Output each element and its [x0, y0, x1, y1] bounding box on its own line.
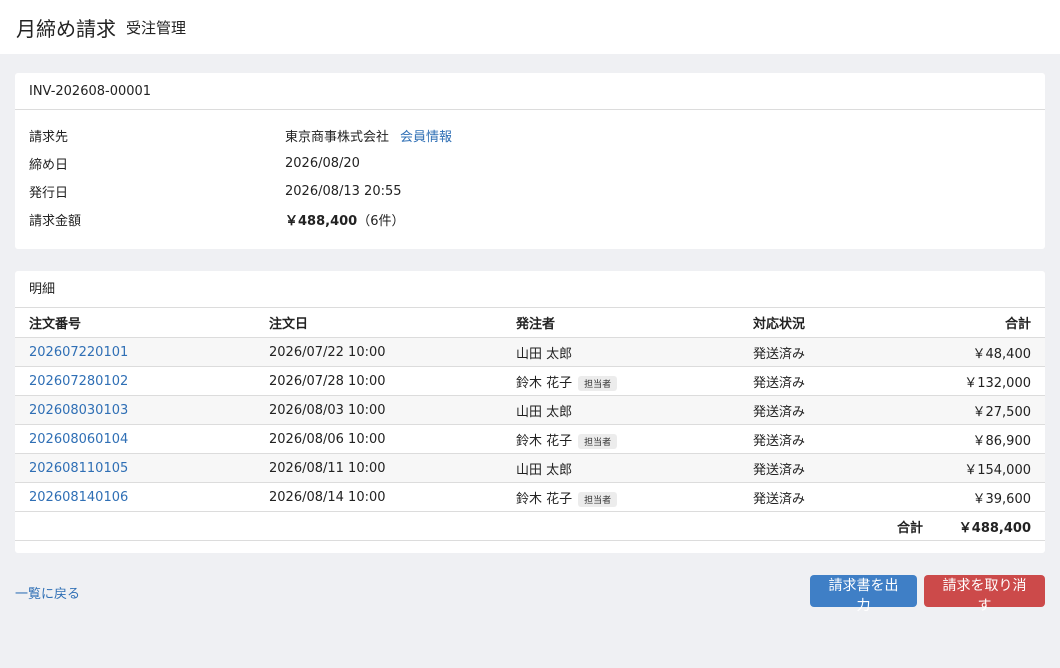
order-cell: 202608140106: [15, 482, 269, 512]
orderer-cell: 山田 太郎: [516, 395, 753, 425]
table-row: 202607280102 2026/07/28 10:00 鈴木 花子 担当者 発…: [15, 366, 1045, 396]
orderer-name: 鈴木 花子: [516, 433, 573, 449]
invoice-summary-card: INV-202608-00001 請求先 東京商事株式会社 会員情報 締め日 2…: [15, 73, 1045, 249]
issue-date-value: 2026/08/13 20:55: [285, 183, 402, 199]
status-cell: 発送済み: [753, 482, 923, 512]
details-card: 明細 注文番号 注文日 発注者 対応状況 合計 202607220101 202…: [15, 271, 1045, 553]
order-date-cell: 2026/08/03 10:00: [269, 395, 516, 425]
role-badge: 担当者: [578, 433, 618, 449]
back-to-list-link[interactable]: 一覧に戻る: [15, 583, 80, 602]
invoice-id: INV-202608-00001: [15, 73, 1045, 110]
orderer-cell: 鈴木 花子 担当者: [516, 482, 753, 512]
issue-date-row: 発行日 2026/08/13 20:55: [29, 177, 1031, 205]
closing-date-row: 締め日 2026/08/20: [29, 149, 1031, 177]
page-title: 月締め請求: [16, 16, 116, 41]
invoice-info: 請求先 東京商事株式会社 会員情報 締め日 2026/08/20 発行日 202…: [15, 110, 1045, 233]
orderer-name: 山田 太郎: [516, 404, 573, 420]
issue-date-label: 発行日: [29, 185, 69, 201]
billing-to-value: 東京商事株式会社: [285, 129, 390, 145]
col-order-date: 注文日: [269, 308, 516, 338]
total-cell: ￥39,600: [923, 482, 1045, 512]
status-cell: 発送済み: [753, 395, 923, 425]
col-status: 対応状況: [753, 308, 923, 338]
grand-total-label: 合計: [753, 511, 923, 541]
total-cell: ￥132,000: [923, 366, 1045, 396]
col-order-number: 注文番号: [15, 308, 269, 338]
orderer-name: 山田 太郎: [516, 346, 573, 362]
order-cell: 202607280102: [15, 366, 269, 396]
order-number-link[interactable]: 202607220101: [29, 345, 128, 360]
orderer-cell: 山田 太郎: [516, 337, 753, 367]
order-number-link[interactable]: 202608030103: [29, 403, 128, 418]
status-cell: 発送済み: [753, 424, 923, 454]
total-cell: ￥48,400: [923, 337, 1045, 367]
total-empty-cell: [15, 511, 269, 541]
order-date-cell: 2026/08/06 10:00: [269, 424, 516, 454]
order-number-link[interactable]: 202608140106: [29, 490, 128, 505]
total-row: 合計 ￥488,400: [15, 511, 1045, 541]
orderer-name: 鈴木 花子: [516, 375, 573, 391]
orderer-cell: 山田 太郎: [516, 453, 753, 483]
order-number-link[interactable]: 202608110105: [29, 461, 128, 476]
order-date-cell: 2026/07/22 10:00: [269, 337, 516, 367]
role-badge: 担当者: [578, 375, 618, 391]
total-empty-cell: [269, 511, 516, 541]
grand-total-value: ￥488,400: [923, 511, 1045, 541]
page-subtitle: 受注管理: [126, 18, 187, 37]
role-badge: 担当者: [578, 491, 618, 507]
table-row: 202608030103 2026/08/03 10:00 山田 太郎 発送済み…: [15, 395, 1045, 425]
order-cell: 202608110105: [15, 453, 269, 483]
amount-label: 請求金額: [29, 213, 82, 229]
table-header-row: 注文番号 注文日 発注者 対応状況 合計: [15, 308, 1045, 338]
total-cell: ￥86,900: [923, 424, 1045, 454]
table-row: 202608060104 2026/08/06 10:00 鈴木 花子 担当者 発…: [15, 424, 1045, 454]
amount-row: 請求金額 ￥488,400 （6件）: [29, 205, 1031, 233]
col-total: 合計: [923, 308, 1045, 338]
order-cell: 202608030103: [15, 395, 269, 425]
total-empty-cell: [516, 511, 753, 541]
export-invoice-button[interactable]: 請求書を出力: [810, 575, 917, 614]
orderer-cell: 鈴木 花子 担当者: [516, 424, 753, 454]
order-date-cell: 2026/08/11 10:00: [269, 453, 516, 483]
billing-to-row: 請求先 東京商事株式会社 会員情報: [29, 121, 1031, 149]
amount-count: （6件）: [357, 213, 405, 229]
order-date-cell: 2026/07/28 10:00: [269, 366, 516, 396]
order-date-cell: 2026/08/14 10:00: [269, 482, 516, 512]
table-row: 202607220101 2026/07/22 10:00 山田 太郎 発送済み…: [15, 337, 1045, 367]
member-info-link[interactable]: 会員情報: [400, 126, 452, 145]
billing-to-label: 請求先: [29, 129, 69, 145]
orderer-name: 鈴木 花子: [516, 491, 573, 507]
top-bar: 月締め請求 受注管理: [0, 0, 1060, 54]
table-row: 202608140106 2026/08/14 10:00 鈴木 花子 担当者 発…: [15, 482, 1045, 512]
closing-date-value: 2026/08/20: [285, 155, 360, 171]
order-cell: 202607220101: [15, 337, 269, 367]
details-table: 注文番号 注文日 発注者 対応状況 合計 202607220101 2026/0…: [15, 308, 1045, 541]
cancel-invoice-button[interactable]: 請求を取り消す: [924, 575, 1045, 614]
orderer-name: 山田 太郎: [516, 462, 573, 478]
col-orderer: 発注者: [516, 308, 753, 338]
status-cell: 発送済み: [753, 366, 923, 396]
table-row: 202608110105 2026/08/11 10:00 山田 太郎 発送済み…: [15, 453, 1045, 483]
order-number-link[interactable]: 202607280102: [29, 374, 128, 389]
status-cell: 発送済み: [753, 453, 923, 483]
orderer-cell: 鈴木 花子 担当者: [516, 366, 753, 396]
order-number-link[interactable]: 202608060104: [29, 432, 128, 447]
order-cell: 202608060104: [15, 424, 269, 454]
closing-date-label: 締め日: [29, 157, 69, 173]
amount-value: ￥488,400: [285, 213, 358, 229]
total-cell: ￥27,500: [923, 395, 1045, 425]
total-cell: ￥154,000: [923, 453, 1045, 483]
status-cell: 発送済み: [753, 337, 923, 367]
details-title: 明細: [15, 271, 1045, 308]
